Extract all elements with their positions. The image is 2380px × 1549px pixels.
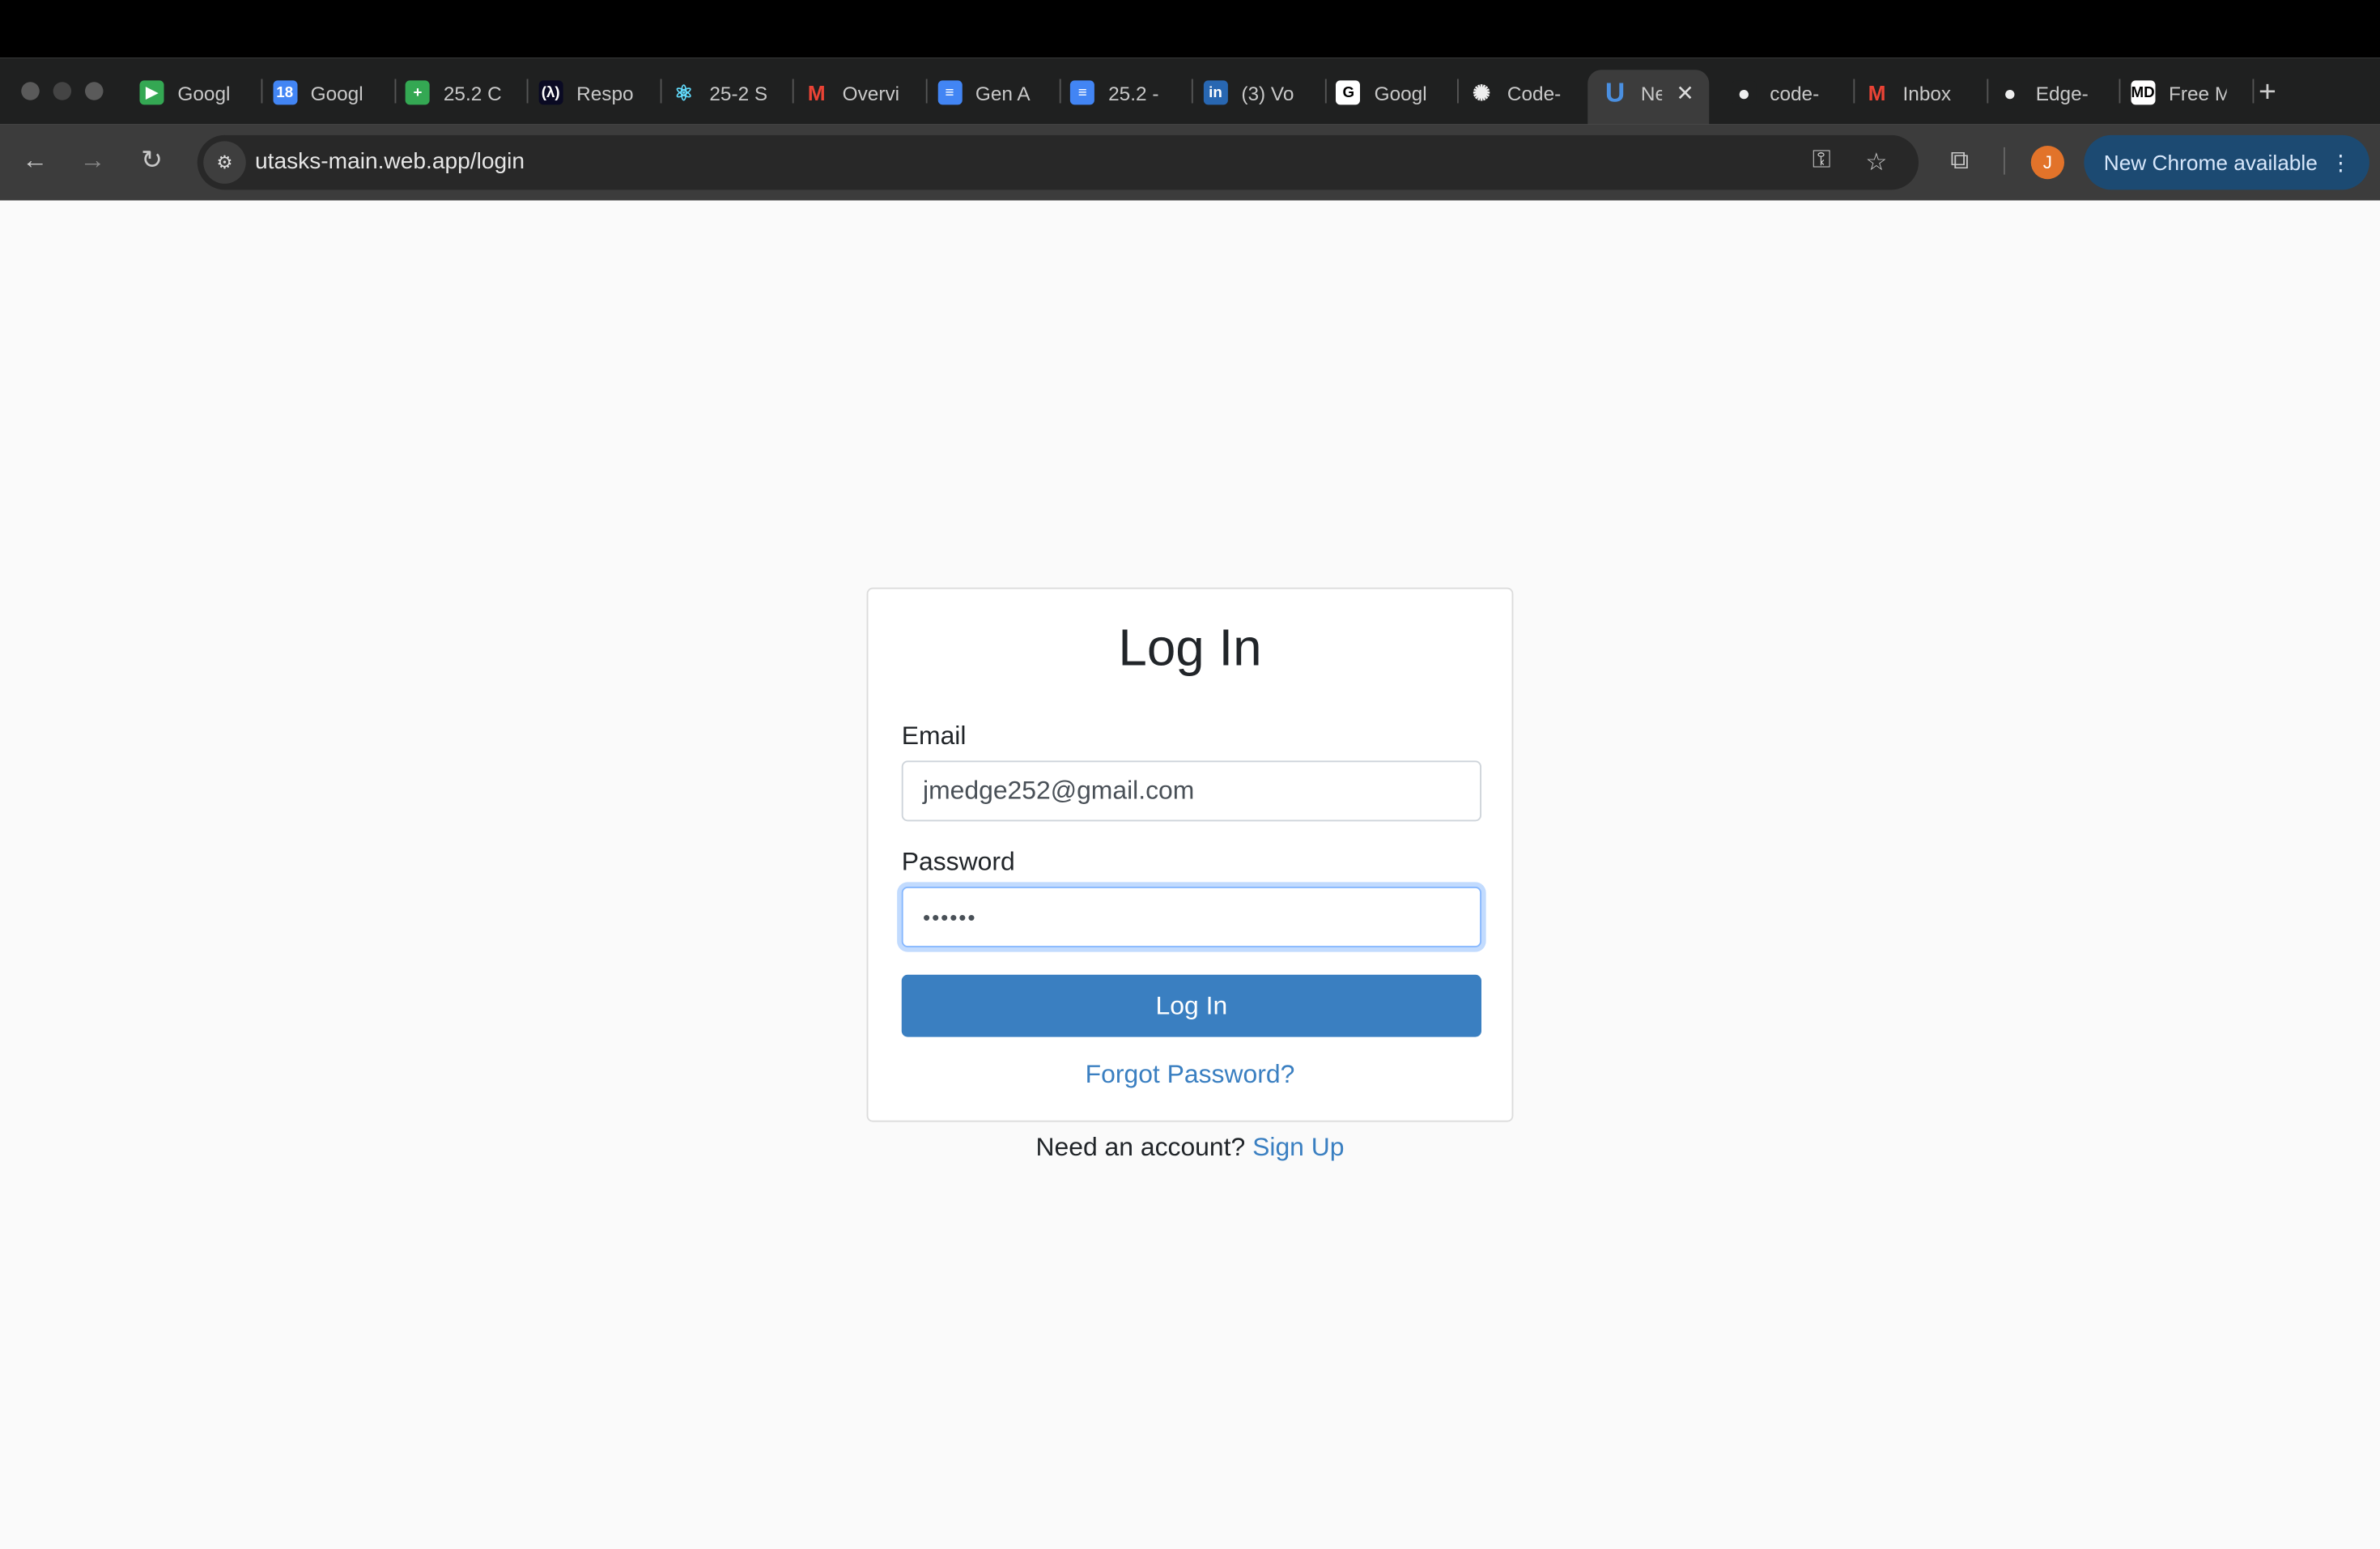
tab-label: 25.2 - (1108, 81, 1159, 104)
email-field[interactable]: jmedge252@gmail.com (901, 760, 1481, 822)
site-settings-icon[interactable]: ⚙ (203, 141, 246, 184)
tab[interactable]: ≡ 25.2 - (1070, 70, 1166, 115)
address-bar[interactable]: ⚙ utasks-main.web.app/login ⚿ ☆ (197, 134, 1919, 190)
tab[interactable]: in (3) Vo (1203, 70, 1298, 115)
tab[interactable]: M Overvi (804, 70, 900, 115)
gmail-icon: M (1864, 80, 1889, 105)
tab-label: (3) Vo (1241, 81, 1294, 104)
tab-label: Ne (1640, 81, 1662, 104)
tab[interactable]: ⚛ 25-2 S (671, 70, 767, 115)
tab-label: 25-2 S (709, 81, 767, 104)
new-chrome-label: New Chrome available (2103, 150, 2318, 175)
tab[interactable]: MD Free M (2131, 70, 2226, 115)
browser-window: ▶ Googl 18 Googl +25.2 C (λ) Respo ⚛ 25-2 S M Over… (0, 0, 2380, 1549)
utasks-icon: U (1604, 76, 1626, 108)
new-chrome-button[interactable]: New Chrome available ⋮ (2084, 134, 2369, 190)
tab-separator (1324, 79, 1327, 104)
minimize-window-button[interactable] (53, 82, 72, 100)
tab-separator (1986, 79, 1988, 104)
google-sheets-icon: + (405, 80, 430, 105)
tab[interactable]: ▶ Googl (139, 70, 236, 115)
more-menu-icon[interactable]: ⋮ (2330, 135, 2351, 190)
github-icon: ● (1732, 80, 1757, 105)
google-meet-icon: ▶ (139, 80, 164, 105)
tab-active[interactable]: U Ne ✕ (1587, 70, 1710, 125)
tab-separator (1457, 79, 1460, 104)
tab[interactable]: ≡ Gen A (937, 70, 1033, 115)
forgot-password-link[interactable]: Forgot Password? (869, 1060, 1512, 1091)
tab-separator (261, 79, 263, 104)
login-card: Log In Email jmedge252@gmail.com Passwor… (866, 587, 1514, 1122)
tab[interactable]: 18 Googl (272, 70, 368, 115)
bookmark-star-icon[interactable]: ☆ (1865, 147, 1887, 178)
tab-separator (526, 79, 529, 104)
tab-label: Inbox (1902, 81, 1952, 104)
maximize-window-button[interactable] (85, 82, 104, 100)
password-key-icon[interactable]: ⚿ (1813, 147, 1831, 175)
close-tab-icon[interactable]: ✕ (1676, 79, 1694, 105)
tab-label: Code- (1507, 81, 1562, 104)
github-icon: ● (1997, 80, 2022, 105)
google-docs-icon: ≡ (937, 80, 962, 105)
new-tab-button[interactable]: + (2259, 70, 2276, 115)
menu-bar (0, 0, 2380, 58)
tab-label: Respo (576, 81, 634, 104)
linkedin-icon: in (1203, 80, 1228, 105)
markdown-html-icon: MD (2131, 80, 2156, 105)
back-icon[interactable]: ← (19, 146, 50, 177)
url-text[interactable]: utasks-main.web.app/login (255, 149, 525, 175)
divider (2004, 147, 2005, 175)
openai-icon: ✺ (1469, 79, 1494, 105)
tab-label: Googl (177, 81, 231, 104)
tab-separator (1058, 79, 1060, 104)
avatar[interactable]: J (2030, 146, 2064, 180)
tab-label: Googl (1374, 81, 1427, 104)
gmail-icon: M (804, 80, 829, 105)
tab-label: code- (1770, 81, 1820, 104)
tab[interactable]: G Googl (1336, 70, 1432, 115)
tab-search-icon[interactable]: ⧉ (1944, 146, 1975, 177)
react-icon: ⚛ (671, 79, 696, 105)
reload-icon[interactable]: ↻ (137, 146, 168, 177)
freecodecamp-icon: (λ) (538, 80, 563, 105)
tab[interactable]: M Inbox (1864, 70, 1961, 115)
tab-separator (2119, 79, 2121, 104)
tab-separator (793, 79, 795, 104)
google-icon: G (1336, 80, 1361, 105)
password-field[interactable]: •••••• (901, 887, 1481, 947)
tab-label: Overvi (842, 81, 900, 104)
tab-label: Gen A (975, 81, 1031, 104)
tab-separator (1853, 79, 1855, 104)
tab[interactable]: ✺ Code- (1469, 70, 1565, 115)
tab[interactable]: (λ) Respo (538, 70, 634, 115)
tab[interactable]: ● Edge- (1997, 70, 2093, 115)
login-button[interactable]: Log In (901, 974, 1481, 1037)
tab-separator (660, 79, 662, 104)
google-calendar-icon: 18 (272, 80, 297, 105)
forward-icon[interactable]: → (78, 146, 108, 177)
tab[interactable]: +25.2 C (405, 70, 502, 115)
page-title: Log In (1118, 619, 1262, 678)
close-window-button[interactable] (21, 82, 40, 100)
need-account-text: Need an account? (1035, 1132, 1246, 1162)
signup-prompt: Need an account? Sign Up (867, 1133, 1514, 1164)
tab-label: Edge- (2035, 81, 2089, 104)
tab-label: Free M (2168, 81, 2227, 104)
google-docs-icon: ≡ (1070, 80, 1095, 105)
tab[interactable]: ● code- (1732, 70, 1827, 115)
password-label: Password (901, 847, 1015, 876)
tab-separator (393, 79, 396, 104)
tab-separator (2252, 79, 2254, 104)
tab-separator (925, 79, 928, 104)
tab-label: Googl (310, 81, 363, 104)
signup-link[interactable]: Sign Up (1252, 1133, 1344, 1162)
email-label: Email (901, 721, 967, 751)
tab-label: 25.2 C (443, 81, 502, 104)
tab-separator (1192, 79, 1194, 104)
